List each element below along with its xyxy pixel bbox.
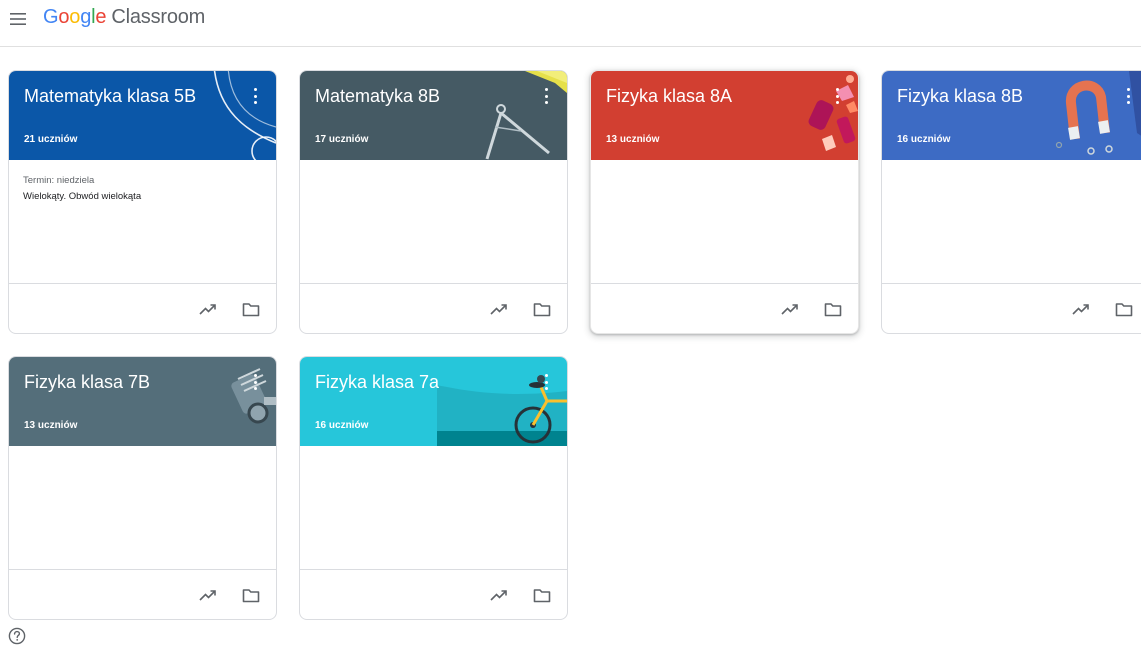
- google-classroom-logo[interactable]: G o o g l e Classroom: [43, 6, 205, 32]
- compass-illustration-icon: [485, 71, 567, 160]
- more-vert-icon: [253, 88, 257, 104]
- folder-icon: [1115, 302, 1133, 316]
- class-options-button[interactable]: [832, 87, 842, 105]
- class-title[interactable]: Fizyka klasa 7B: [24, 372, 150, 393]
- trending-up-icon: [490, 590, 507, 601]
- class-card-body: Termin: niedziela Wielokąty. Obwód wielo…: [9, 160, 276, 283]
- open-grades-button[interactable]: [197, 584, 219, 606]
- class-card-footer: [9, 283, 276, 333]
- engine-illustration-icon: [231, 368, 276, 424]
- open-drive-folder-button[interactable]: [240, 584, 262, 606]
- trending-up-icon: [199, 590, 216, 601]
- open-drive-folder-button[interactable]: [531, 298, 553, 320]
- due-date-label: Termin: niedziela: [23, 175, 95, 186]
- class-card[interactable]: Fizyka klasa 7B 13 uczniów: [8, 356, 277, 620]
- open-drive-folder-button[interactable]: [240, 298, 262, 320]
- trending-up-icon: [199, 304, 216, 315]
- folder-icon: [533, 588, 551, 602]
- class-card-footer: [300, 569, 567, 619]
- class-student-count: 21 uczniów: [24, 134, 78, 145]
- open-drive-folder-button[interactable]: [822, 298, 844, 320]
- top-app-bar: G o o g l e Classroom: [0, 0, 1141, 47]
- open-drive-folder-button[interactable]: [1113, 298, 1135, 320]
- class-card-header[interactable]: Matematyka klasa 5B 21 uczniów: [9, 71, 276, 160]
- class-card-body: [300, 160, 567, 283]
- help-icon: [8, 627, 26, 645]
- class-card[interactable]: Matematyka klasa 5B 21 uczniów Termin: n…: [8, 70, 277, 334]
- class-card-footer: [9, 569, 276, 619]
- class-options-button[interactable]: [250, 87, 260, 105]
- folder-icon: [824, 302, 842, 316]
- logo-letter: e: [95, 6, 107, 28]
- class-card-body: [882, 160, 1141, 283]
- class-title[interactable]: Matematyka 8B: [315, 86, 440, 107]
- class-card-header[interactable]: Fizyka klasa 8A 13 uczniów: [591, 71, 858, 160]
- magnet-illustration-icon: [1055, 71, 1141, 155]
- open-grades-button[interactable]: [1070, 298, 1092, 320]
- class-header-illustration: [300, 357, 567, 446]
- class-card[interactable]: Fizyka klasa 7a 16 uczniów: [299, 356, 568, 620]
- class-student-count: 13 uczniów: [24, 420, 78, 431]
- class-card-footer: [591, 283, 858, 333]
- class-title[interactable]: Matematyka klasa 5B: [24, 86, 196, 107]
- class-header-illustration: [437, 71, 567, 160]
- class-student-count: 17 uczniów: [315, 134, 369, 145]
- more-vert-icon: [835, 88, 839, 104]
- class-card-body: [300, 446, 567, 569]
- class-options-button[interactable]: [1123, 87, 1133, 105]
- class-options-button[interactable]: [541, 87, 551, 105]
- class-student-count: 16 uczniów: [897, 134, 951, 145]
- class-header-illustration: [146, 71, 276, 160]
- folder-icon: [242, 302, 260, 316]
- class-options-button[interactable]: [250, 373, 260, 391]
- help-button[interactable]: [8, 627, 26, 645]
- folder-icon: [533, 302, 551, 316]
- class-title[interactable]: Fizyka klasa 8A: [606, 86, 732, 107]
- trending-up-icon: [1072, 304, 1089, 315]
- class-card-body: [591, 160, 858, 283]
- class-header-illustration: [146, 357, 276, 446]
- open-grades-button[interactable]: [488, 584, 510, 606]
- class-header-illustration: [1019, 71, 1141, 160]
- open-grades-button[interactable]: [779, 298, 801, 320]
- more-vert-icon: [253, 374, 257, 390]
- curve-illustration-icon: [213, 71, 276, 160]
- class-options-button[interactable]: [541, 373, 551, 391]
- class-header-illustration: [728, 71, 858, 160]
- class-card-header[interactable]: Fizyka klasa 8B 16 uczniów: [882, 71, 1141, 160]
- more-vert-icon: [1126, 88, 1130, 104]
- more-vert-icon: [544, 374, 548, 390]
- class-student-count: 13 uczniów: [606, 134, 660, 145]
- due-assignment-link[interactable]: Wielokąty. Obwód wielokąta: [23, 191, 141, 202]
- open-grades-button[interactable]: [488, 298, 510, 320]
- bicycle-illustration-icon: [300, 375, 567, 446]
- logo-letter: o: [58, 6, 70, 28]
- main-menu-button[interactable]: [7, 8, 29, 30]
- class-card-body: [9, 446, 276, 569]
- logo-letter: G: [43, 6, 59, 28]
- shapes-illustration-icon: [808, 75, 858, 151]
- open-drive-folder-button[interactable]: [531, 584, 553, 606]
- class-card-header[interactable]: Fizyka klasa 7B 13 uczniów: [9, 357, 276, 446]
- class-card[interactable]: Fizyka klasa 8A 13 uczniów: [590, 70, 859, 334]
- open-grades-button[interactable]: [197, 298, 219, 320]
- class-student-count: 16 uczniów: [315, 420, 369, 431]
- trending-up-icon: [490, 304, 507, 315]
- class-card-header[interactable]: Fizyka klasa 7a 16 uczniów: [300, 357, 567, 446]
- folder-icon: [242, 588, 260, 602]
- hamburger-menu-icon: [10, 13, 26, 25]
- class-card[interactable]: Fizyka klasa 8B 16 uczniów: [881, 70, 1141, 334]
- class-card-footer: [300, 283, 567, 333]
- trending-up-icon: [781, 304, 798, 315]
- logo-letter: g: [80, 6, 92, 28]
- class-card-header[interactable]: Matematyka 8B 17 uczniów: [300, 71, 567, 160]
- logo-product-name: Classroom: [111, 6, 206, 28]
- more-vert-icon: [544, 88, 548, 104]
- class-title[interactable]: Fizyka klasa 8B: [897, 86, 1023, 107]
- logo-letter: o: [69, 6, 81, 28]
- class-title[interactable]: Fizyka klasa 7a: [315, 372, 439, 393]
- class-card-footer: [882, 283, 1141, 333]
- class-card[interactable]: Matematyka 8B 17 uczniów: [299, 70, 568, 334]
